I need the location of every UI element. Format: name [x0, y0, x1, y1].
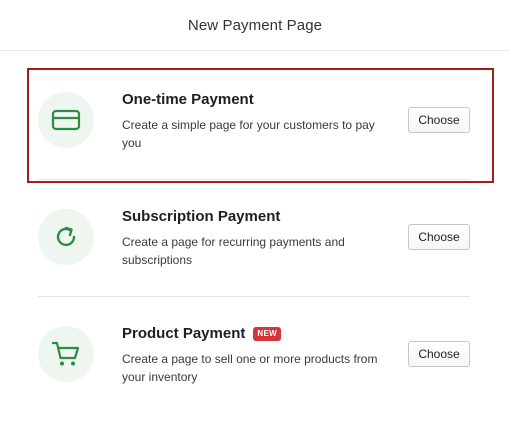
option-subscription-payment: Subscription Payment Create a page for r… — [38, 181, 470, 297]
choose-one-time-button[interactable]: Choose — [408, 107, 470, 133]
new-payment-page-dialog: New Payment Page One-time Payment Create… — [0, 0, 510, 428]
option-title: Product Payment — [122, 325, 246, 342]
icon-circle — [38, 326, 94, 382]
icon-circle — [38, 209, 94, 265]
divider — [38, 296, 470, 297]
refresh-icon — [56, 226, 76, 247]
option-description: Create a page for recurring payments and… — [122, 235, 345, 267]
page-title: New Payment Page — [187, 16, 323, 34]
shopping-cart-icon — [51, 341, 80, 366]
icon-circle — [38, 92, 94, 148]
choose-product-button[interactable]: Choose — [408, 341, 470, 367]
option-description: Create a simple page for your customers … — [122, 118, 375, 150]
option-title: One-time Payment — [122, 91, 254, 108]
choose-subscription-button[interactable]: Choose — [408, 224, 470, 250]
option-title: Subscription Payment — [122, 208, 281, 225]
option-product-payment: Product Payment NEW Create a page to sel… — [38, 298, 470, 414]
new-badge: NEW — [253, 327, 281, 341]
credit-card-icon — [51, 109, 81, 131]
dialog-header: New Payment Page — [0, 0, 510, 51]
option-one-time-payment: One-time Payment Create a simple page fo… — [38, 64, 470, 180]
option-description: Create a page to sell one or more produc… — [122, 352, 378, 384]
divider — [38, 179, 470, 180]
